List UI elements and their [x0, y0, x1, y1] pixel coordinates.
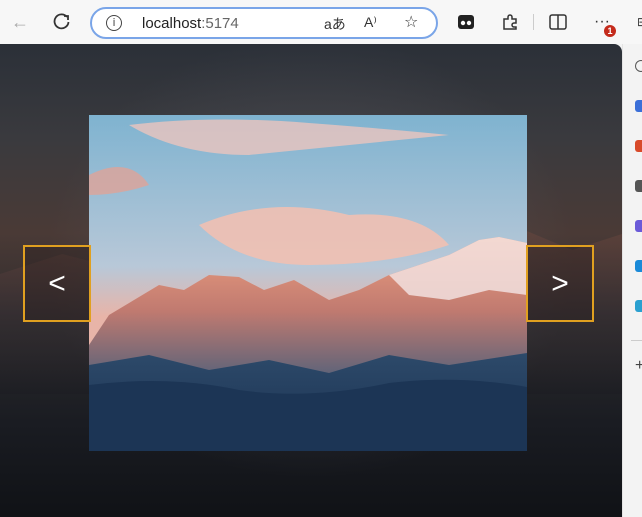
split-screen-icon[interactable]	[546, 10, 570, 34]
office-icon[interactable]	[635, 260, 642, 272]
search-icon[interactable]	[635, 60, 642, 72]
favorite-star-icon[interactable]: ☆	[404, 12, 418, 32]
toolbar-divider	[533, 14, 534, 30]
carousel-slide-image	[89, 115, 527, 451]
carousel-prev-button[interactable]: <	[23, 245, 91, 322]
site-info-icon[interactable]: i	[106, 15, 122, 31]
tab-extension-icon[interactable]	[454, 10, 478, 34]
extensions-puzzle-icon[interactable]	[498, 10, 522, 34]
read-aloud-icon[interactable]: A⁾	[364, 14, 377, 31]
notification-badge: 1	[604, 25, 616, 37]
address-bar[interactable]: i localhost:5174 aあ A⁾ ☆	[90, 7, 438, 39]
outlook-icon[interactable]	[635, 300, 642, 312]
copilot-icon[interactable]	[635, 100, 642, 112]
add-icon[interactable]: +	[635, 358, 642, 374]
address-text: localhost:5174	[142, 15, 239, 32]
browser-sidebar: +	[622, 44, 642, 517]
sidebar-divider	[631, 340, 642, 341]
translate-icon[interactable]: aあ	[324, 14, 346, 34]
games-icon[interactable]	[635, 220, 642, 232]
page-viewport: < >	[0, 44, 622, 517]
browser-toolbar: ← i localhost:5174 aあ A⁾ ☆ ··· 1 ⊟	[0, 0, 642, 44]
shopping-icon[interactable]	[635, 140, 642, 152]
profile-icon[interactable]	[635, 180, 642, 192]
refresh-icon[interactable]	[50, 10, 74, 34]
carousel-next-button[interactable]: >	[526, 245, 594, 322]
back-arrow-icon[interactable]: ←	[8, 10, 32, 34]
sidebar-toggle-icon[interactable]: ⊟	[630, 10, 642, 34]
